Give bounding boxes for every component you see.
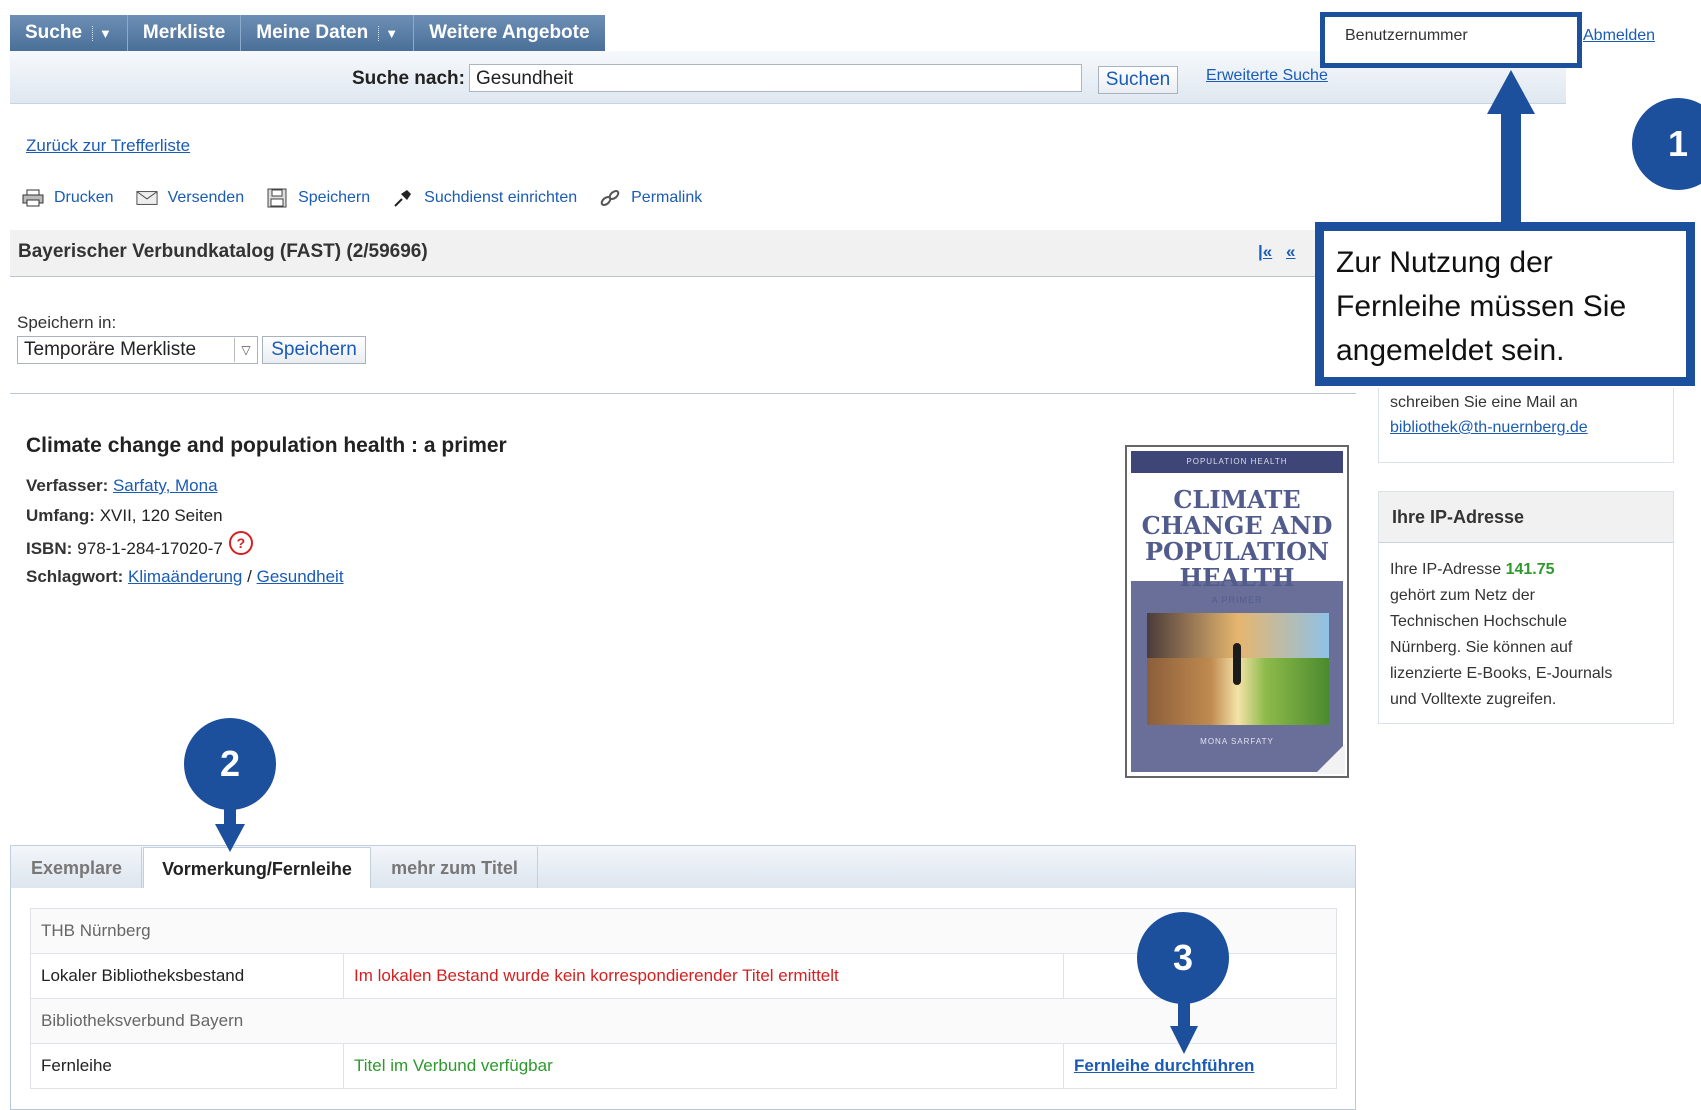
- login-hint-callout: Zur Nutzung der Fernleihe müssen Sie ang…: [1315, 222, 1695, 386]
- step-badge-2: 2: [184, 718, 276, 810]
- annotation-arrows: [215, 70, 1535, 1054]
- arrow-1-shaft: [1501, 100, 1521, 226]
- arrow-1-head: [1487, 70, 1535, 114]
- arrow-2-head: [215, 824, 245, 852]
- arrow-3-head: [1170, 1026, 1198, 1054]
- arrow-3-shaft: [1178, 1003, 1190, 1029]
- step-badge-3: 3: [1137, 912, 1229, 1004]
